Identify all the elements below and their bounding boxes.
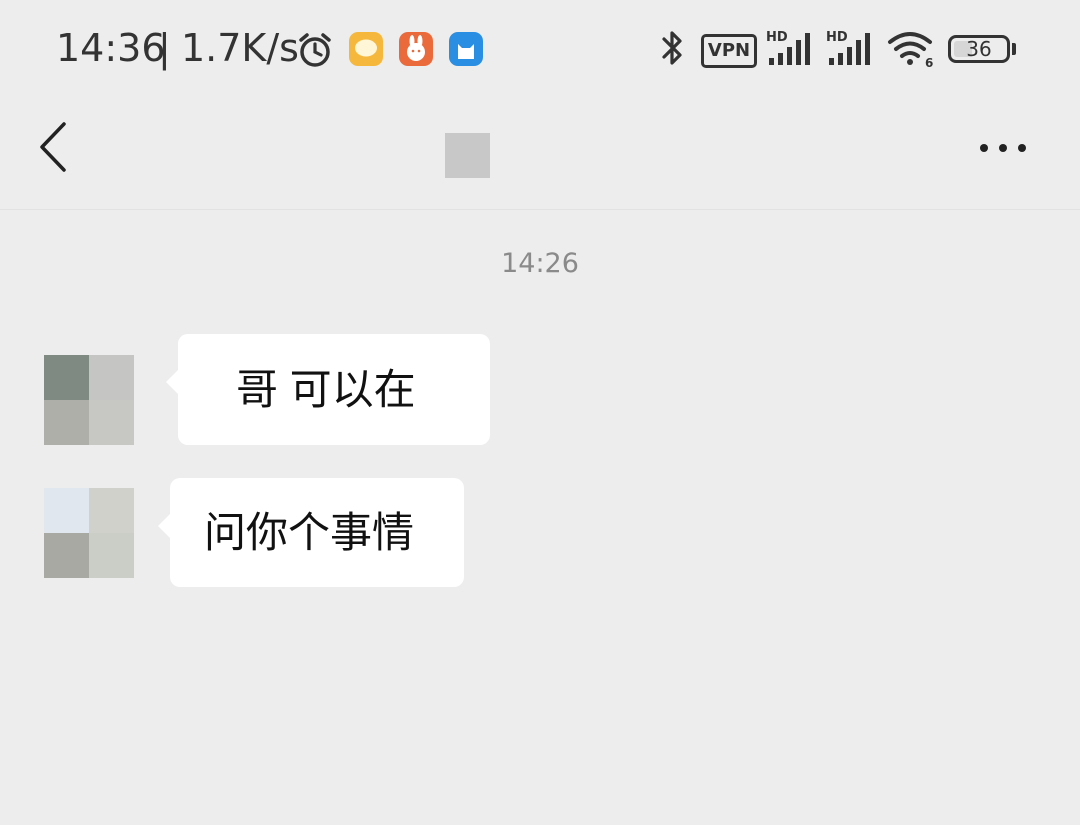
battery-icon: 36 bbox=[948, 35, 1010, 63]
message-text: 问你个事情 bbox=[204, 509, 415, 556]
contact-avatar[interactable] bbox=[44, 355, 134, 445]
contact-title-placeholder bbox=[445, 133, 490, 178]
status-bar: 14:36 | 1.7K/s VPN HD HD 6 36 bbox=[0, 0, 1080, 100]
messages-app-icon bbox=[349, 32, 383, 66]
chat-timestamp: 14:26 bbox=[501, 248, 579, 279]
wifi-label: 6 bbox=[925, 56, 933, 68]
status-time: 14:36 bbox=[56, 26, 166, 70]
signal-hd-icon: HD bbox=[766, 30, 810, 65]
chevron-left-icon[interactable] bbox=[30, 120, 78, 176]
alarm-icon bbox=[299, 33, 331, 67]
battery-tip bbox=[1012, 43, 1016, 55]
more-horizontal-icon[interactable] bbox=[970, 128, 1036, 168]
chat-header bbox=[0, 100, 1080, 210]
cat-app-icon bbox=[449, 32, 483, 66]
bluetooth-icon bbox=[662, 31, 682, 65]
vpn-badge: VPN bbox=[701, 34, 757, 68]
rabbit-app-icon bbox=[399, 32, 433, 66]
signal-hd-icon: HD bbox=[826, 30, 870, 65]
message-bubble[interactable]: 问你个事情 bbox=[158, 478, 464, 587]
signal-2-label: HD bbox=[826, 30, 848, 45]
contact-avatar[interactable] bbox=[44, 488, 134, 578]
battery-level: 36 bbox=[966, 37, 992, 61]
message-bubble[interactable]: 哥 可以在 bbox=[166, 334, 490, 445]
status-separator: | bbox=[158, 26, 171, 70]
signal-1-label: HD bbox=[766, 30, 788, 45]
message-text: 哥 可以在 bbox=[236, 366, 416, 413]
network-speed: 1.7K/s bbox=[181, 26, 299, 70]
wifi-icon: 6 bbox=[888, 32, 933, 68]
